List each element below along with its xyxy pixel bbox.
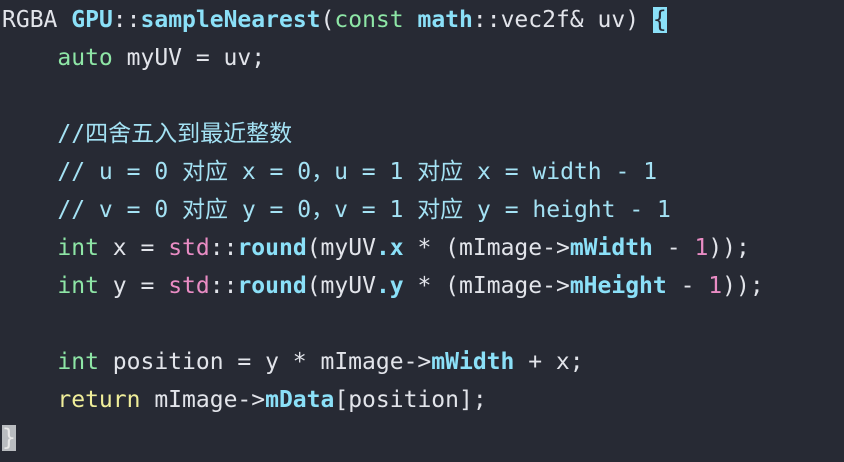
code-token-kw: int <box>57 273 99 299</box>
code-token-plain: * (mImage-> <box>403 235 570 261</box>
code-token-plain: :: <box>112 7 141 33</box>
code-token-plain: myUV = uv; <box>112 45 266 71</box>
code-token-num: 1 <box>694 235 709 261</box>
code-token-brace-match: { <box>652 7 667 33</box>
code-token-func: sampleNearest <box>140 7 321 33</box>
code-token-comment: //四舍五入到最近整数 <box>2 121 293 147</box>
code-token-plain: ::vec2f& uv) <box>472 7 653 33</box>
code-line: //四舍五入到最近整数 <box>0 115 844 153</box>
code-token-comment: // v = 0 对应 y = 0，v = 1 对应 y = height - … <box>2 197 671 223</box>
code-token-kw: const <box>334 7 404 33</box>
code-token-plain: x = <box>98 235 169 261</box>
code-token-plain: y = <box>98 273 169 299</box>
code-token-member: .y <box>375 273 404 299</box>
code-token-func: round <box>237 273 307 299</box>
code-token-ns: std <box>168 273 210 299</box>
code-line: int position = y * mImage->mWidth + x; <box>0 343 844 381</box>
code-token-kw-ret: return <box>57 387 141 413</box>
code-token-plain: position = y * mImage-> <box>98 349 432 375</box>
code-token-kw: int <box>57 349 99 375</box>
code-token-plain: mImage-> <box>140 387 266 413</box>
code-token-plain: (myUV <box>306 235 376 261</box>
code-token-kw: auto <box>57 45 113 71</box>
code-token-member: mWidth <box>431 349 515 375</box>
code-token-brace-close: } <box>2 425 16 451</box>
code-token-plain: RGBA <box>2 7 72 33</box>
code-line: int x = std::round(myUV.x * (mImage->mWi… <box>0 229 844 267</box>
code-line: // v = 0 对应 y = 0，v = 1 对应 y = height - … <box>0 191 844 229</box>
code-token-member: mHeight <box>569 273 667 299</box>
code-token-num: 1 <box>708 273 723 299</box>
code-token-func: round <box>237 235 307 261</box>
code-line: auto myUV = uv; <box>0 39 844 77</box>
code-line: } <box>0 419 844 457</box>
code-token-plain: :: <box>209 235 238 261</box>
code-token-plain: (myUV <box>306 273 376 299</box>
code-token-comment: // u = 0 对应 x = 0，u = 1 对应 x = width - 1 <box>2 159 658 185</box>
code-token-plain: + x; <box>514 349 584 375</box>
code-line: return mImage->mData[position]; <box>0 381 844 419</box>
code-token-plain: )); <box>708 235 750 261</box>
code-token-plain: [position]; <box>334 387 487 413</box>
code-token-type: GPU <box>71 7 113 33</box>
code-line: int y = std::round(myUV.y * (mImage->mHe… <box>0 267 844 305</box>
code-line: RGBA GPU::sampleNearest(const math::vec2… <box>0 1 844 39</box>
code-line: // u = 0 对应 x = 0，u = 1 对应 x = width - 1 <box>0 153 844 191</box>
code-token-plain: ( <box>320 7 335 33</box>
code-token-member: mWidth <box>569 235 653 261</box>
code-token-ns: std <box>168 235 210 261</box>
code-token-member: .x <box>375 235 404 261</box>
code-token-plain: )); <box>722 273 764 299</box>
code-token-plain: - <box>652 235 695 261</box>
code-editor[interactable]: RGBA GPU::sampleNearest(const math::vec2… <box>0 1 844 457</box>
code-token-plain: - <box>666 273 709 299</box>
code-token-plain: :: <box>209 273 238 299</box>
code-token-type: math <box>417 7 473 33</box>
code-token-plain: * (mImage-> <box>403 273 570 299</box>
code-token-kw: int <box>57 235 99 261</box>
code-token-member: mData <box>265 387 335 413</box>
